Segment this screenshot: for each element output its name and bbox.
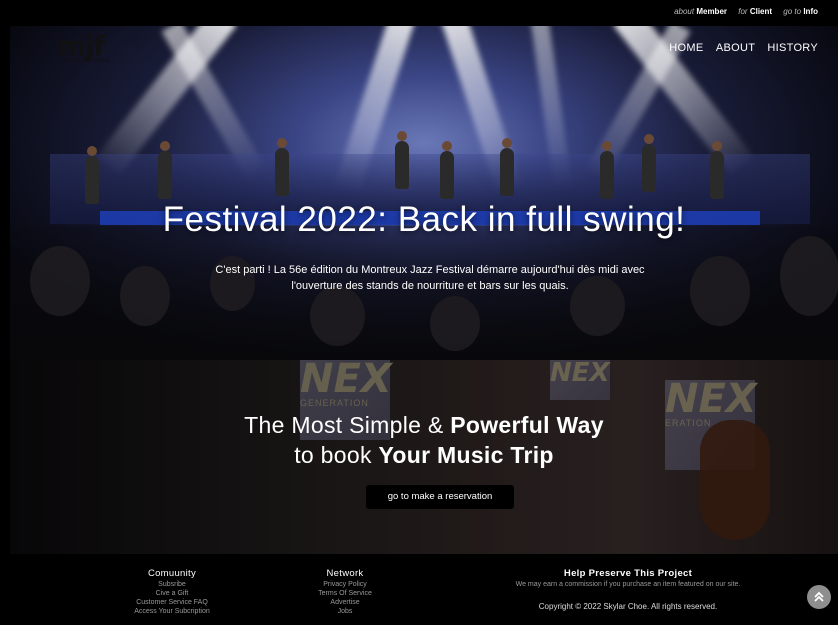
footer-help-title: Help Preserve This Project: [563, 568, 693, 579]
hero-text-line-2: l'ouverture des stands de nourriture et …: [291, 280, 569, 292]
musician-figure: [642, 134, 656, 192]
member-link[interactable]: Member: [696, 7, 727, 16]
footer-link-jobs[interactable]: Jobs: [280, 607, 410, 616]
footer-link-advertise[interactable]: Advertise: [280, 598, 410, 607]
footer-network-column: Network Privacy Policy Terms Of Service …: [280, 568, 410, 616]
booking-headline-line-1: The Most Simple & Powerful Way: [10, 412, 838, 439]
footer-link-subscribe[interactable]: Subsribe: [102, 580, 242, 589]
festival-logo[interactable]: mjf montreux jazz festival: [58, 31, 130, 68]
footer-link-privacy[interactable]: Privacy Policy: [280, 580, 410, 589]
footer-link-gift[interactable]: Cive a Gift: [102, 589, 242, 598]
headline-plain-text: The Most Simple &: [244, 412, 451, 438]
footer-community-title: Comuunity: [147, 568, 197, 579]
footer-help-column: Help Preserve This Project We may earn a…: [468, 568, 788, 589]
info-prefix: go to: [783, 7, 802, 16]
footer-link-terms[interactable]: Terms Of Service: [280, 589, 410, 598]
logo-mark: mjf: [58, 31, 105, 62]
footer-link-subscription[interactable]: Access Your Subcription: [102, 607, 242, 616]
hero-text-line-1: C'est parti ! La 56e édition du Montreux…: [215, 264, 645, 276]
nav-home[interactable]: HOME: [669, 42, 703, 54]
member-prefix: about: [674, 7, 695, 16]
footer-network-title: Network: [326, 568, 364, 579]
musician-figure: [440, 141, 454, 199]
copyright-text: Copyright © 2022 Skylar Choe. All rights…: [538, 602, 718, 611]
musician-figure: [600, 141, 614, 199]
headline-plain-text: to book: [294, 442, 379, 468]
booking-section: NEX GENERATION NEX NEX ERATION The Most …: [10, 360, 838, 554]
footer-help-text: We may earn a commission if you purchase…: [515, 581, 741, 588]
musician-figure: [85, 146, 99, 204]
top-utility-bar: about Member for Client go to Info: [0, 0, 838, 26]
musician-figure: [158, 141, 172, 199]
headline-bold-text: Your Music Trip: [378, 442, 554, 468]
reservation-button[interactable]: go to make a reservation: [366, 485, 514, 509]
double-chevron-up-icon: [814, 591, 824, 602]
nav-about[interactable]: ABOUT: [716, 42, 755, 54]
info-link[interactable]: Info: [803, 7, 818, 16]
musician-figure: [275, 138, 289, 196]
musician-figure: [710, 141, 724, 199]
main-nav: HOME ABOUT HISTORY: [660, 42, 818, 54]
client-link[interactable]: Client: [750, 7, 772, 16]
hero-section: mjf montreux jazz festival HOME ABOUT HI…: [10, 26, 838, 360]
nav-history[interactable]: HISTORY: [767, 42, 818, 54]
footer-link-faq[interactable]: Customer Service FAQ: [102, 598, 242, 607]
hero-description: C'est parti ! La 56e édition du Montreux…: [150, 262, 710, 294]
client-prefix: for: [738, 7, 748, 16]
logo-subtitle: montreux jazz festival: [58, 58, 111, 64]
hero-title: Festival 2022: Back in full swing!: [162, 200, 686, 239]
musician-figure: [395, 131, 409, 189]
scroll-to-top-button[interactable]: [807, 585, 831, 609]
utility-links: about Member for Client go to Info: [674, 7, 818, 16]
footer-community-column: Comuunity Subsribe Cive a Gift Customer …: [102, 568, 242, 616]
site-footer: Comuunity Subsribe Cive a Gift Customer …: [10, 554, 838, 625]
musician-figure: [500, 138, 514, 196]
headline-bold-text: Powerful Way: [450, 412, 604, 438]
booking-headline-line-2: to book Your Music Trip: [10, 442, 838, 469]
